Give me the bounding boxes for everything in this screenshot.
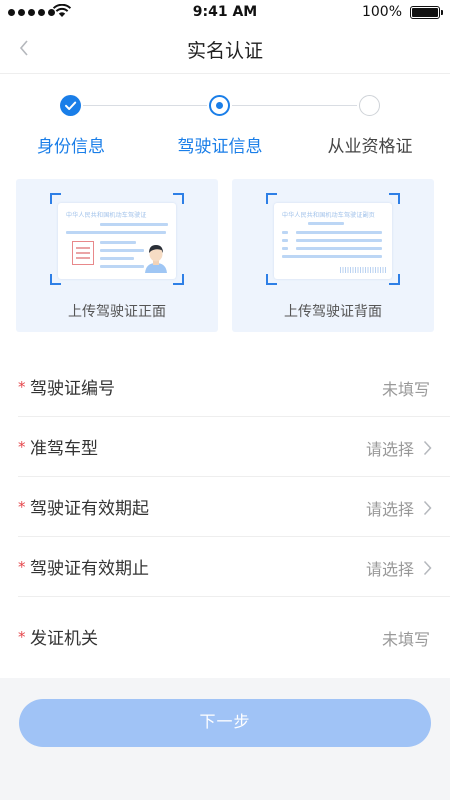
license-back-illustration: 中华人民共和国机动车驾驶证副页 [274,203,392,279]
form-row-vehicle-class[interactable]: * 准驾车型 请选择 [18,417,450,477]
nav-bar: 实名认证 [0,24,450,74]
form-value: 请选择 [365,560,414,579]
chevron-right-icon [423,440,432,456]
step-label-license: 驾驶证信息 [177,137,263,157]
license-front-title: 中华人民共和国机动车驾驶证 [66,212,147,219]
form-row-valid-until[interactable]: * 驾驶证有效期止 请选择 [18,537,450,597]
form-row-license-number[interactable]: * 驾驶证编号 未填写 [18,357,450,417]
upload-back-label: 上传驾驶证背面 [284,304,382,320]
status-bar: 9:41 AM 100% [0,0,450,24]
form-label: 驾驶证有效期起 [30,499,149,519]
chevron-right-icon [423,500,432,516]
barcode-icon [340,267,386,273]
step-connector [232,105,357,106]
form-label: 准驾车型 [30,439,98,459]
upload-front-label: 上传驾驶证正面 [68,304,166,320]
chevron-right-icon [423,560,432,576]
step-indicator-qualification [359,95,380,116]
stamp-icon [72,241,94,265]
scan-corner [389,193,400,204]
required-mark: * [18,498,26,516]
required-mark: * [18,558,26,576]
form-value: 未填写 [381,630,430,649]
step-label-identity: 身份信息 [37,137,105,157]
form-row-valid-from[interactable]: * 驾驶证有效期起 请选择 [18,477,450,537]
license-back-title: 中华人民共和国机动车驾驶证副页 [282,212,376,219]
battery-icon [410,6,443,19]
portrait-avatar-icon [145,245,167,273]
form-label: 发证机关 [30,629,98,649]
upload-license-back[interactable]: 中华人民共和国机动车驾驶证副页 上传驾驶证背面 [232,179,434,332]
battery-percentage: 100% [361,4,402,20]
scan-corner [173,193,184,204]
form-label: 驾驶证编号 [30,379,115,399]
required-mark: * [18,378,26,396]
page-title: 实名认证 [186,40,263,62]
required-mark: * [18,628,26,646]
form-row-issuing-authority[interactable]: * 发证机关 未填写 [18,607,450,667]
next-step-button[interactable]: 下一步 [19,699,431,747]
step-indicator-identity [60,95,81,116]
step-indicator-license [209,95,230,116]
form-value: 请选择 [365,440,414,459]
form-value: 请选择 [365,500,414,519]
upload-license-front[interactable]: 中华人民共和国机动车驾驶证 上传驾驶证正面 [16,179,218,332]
check-icon [65,101,77,110]
required-mark: * [18,438,26,456]
form-label: 驾驶证有效期止 [30,559,149,579]
step-label-qualification: 从业资格证 [327,137,413,157]
step-connector [83,105,207,106]
form-value: 未填写 [381,380,430,399]
license-front-illustration: 中华人民共和国机动车驾驶证 [58,203,176,279]
